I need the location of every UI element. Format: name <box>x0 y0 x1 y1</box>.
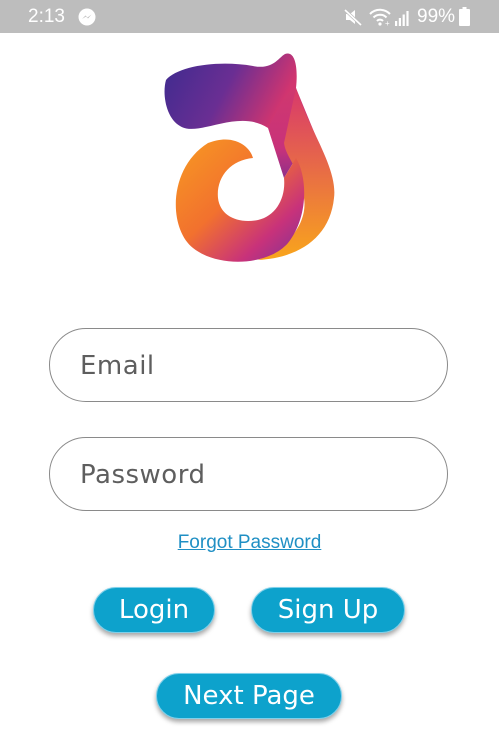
music-note-logo-icon <box>164 53 335 262</box>
signal-icon <box>395 11 409 26</box>
mute-icon <box>343 8 363 26</box>
login-button[interactable]: Login <box>93 587 215 633</box>
email-field[interactable] <box>49 328 448 402</box>
sign-up-button[interactable]: Sign Up <box>251 587 405 633</box>
messenger-icon <box>78 8 96 26</box>
password-field[interactable] <box>49 437 448 511</box>
battery-percent: 99% <box>417 6 456 27</box>
status-time: 2:13 <box>28 6 65 27</box>
email-input[interactable] <box>78 329 422 402</box>
status-bar: 2:13 + 99% <box>0 0 499 33</box>
next-page-button[interactable]: Next Page <box>156 673 342 719</box>
password-input[interactable] <box>78 438 422 511</box>
wifi-icon: + <box>369 8 391 27</box>
forgot-password-link[interactable]: Forgot Password <box>0 532 499 554</box>
svg-text:+: + <box>385 19 390 27</box>
battery-icon <box>459 7 470 26</box>
